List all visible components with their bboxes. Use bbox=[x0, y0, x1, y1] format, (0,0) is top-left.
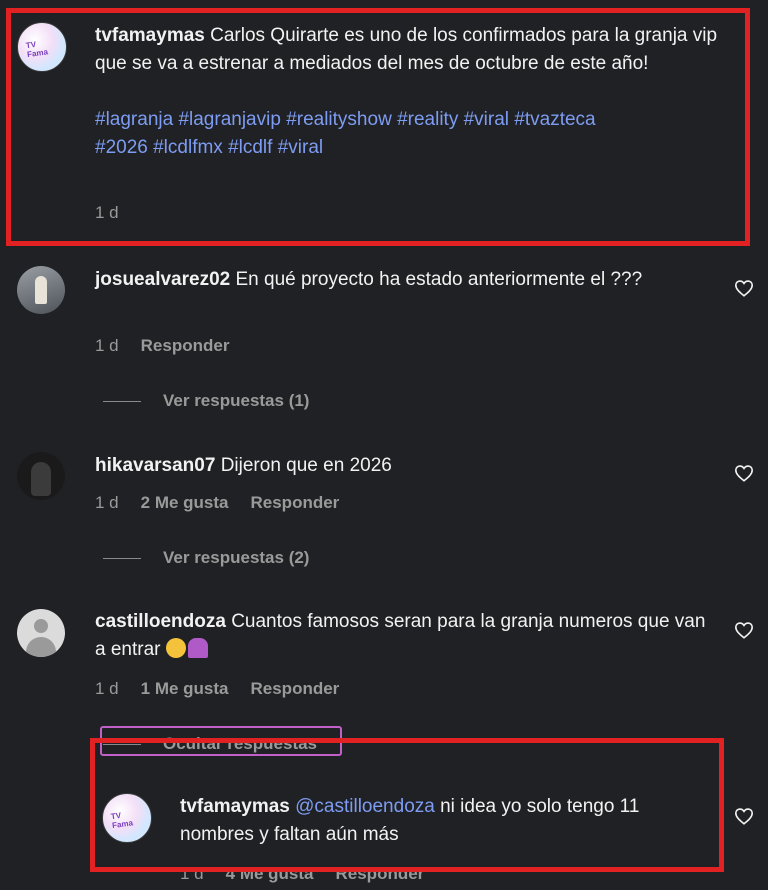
view-replies-button[interactable]: Ver respuestas (1) bbox=[103, 391, 309, 411]
divider bbox=[103, 557, 141, 559]
hashtags-line-1[interactable]: #lagranja #lagranjavip #realityshow #rea… bbox=[95, 106, 725, 134]
comment-username[interactable]: hikavarsan07 bbox=[95, 455, 215, 476]
reply-avatar[interactable]: TV Fama bbox=[102, 793, 152, 843]
reply-meta: 1 d 4 Me gusta Responder bbox=[180, 864, 425, 884]
post-time: 1 d bbox=[95, 203, 119, 222]
reply-button[interactable]: Responder bbox=[336, 864, 425, 884]
heart-icon[interactable] bbox=[734, 464, 754, 482]
comment-avatar[interactable] bbox=[17, 266, 65, 314]
brand-logo: TV Fama bbox=[110, 810, 134, 831]
comment-text: hikavarsan07 Dijeron que en 2026 bbox=[95, 455, 392, 476]
hide-replies-highlight bbox=[100, 726, 342, 756]
hashtags-line-2[interactable]: #2026 #lcdlfmx #lcdlf #viral bbox=[95, 134, 725, 162]
heart-icon[interactable] bbox=[734, 621, 754, 639]
comment-meta: 1 d 2 Me gusta Responder bbox=[95, 493, 340, 513]
reply-button[interactable]: Responder bbox=[251, 679, 340, 699]
comment-meta: 1 d Responder bbox=[95, 336, 230, 356]
shrug-emoji bbox=[187, 638, 208, 658]
heart-icon[interactable] bbox=[734, 279, 754, 297]
reply-username[interactable]: tvfamaymas bbox=[180, 796, 290, 817]
comment-username[interactable]: josuealvarez02 bbox=[95, 269, 230, 290]
likes-count[interactable]: 2 Me gusta bbox=[141, 493, 229, 513]
post-username[interactable]: tvfamaymas bbox=[95, 25, 205, 46]
comment-meta: 1 d 1 Me gusta Responder bbox=[95, 679, 340, 699]
comment-username[interactable]: castilloendoza bbox=[95, 611, 226, 632]
default-avatar-icon[interactable] bbox=[17, 609, 65, 657]
post-caption: tvfamaymas Carlos Quirarte es uno de los… bbox=[95, 22, 725, 162]
view-replies-button[interactable]: Ver respuestas (2) bbox=[103, 548, 309, 568]
brand-logo: TV Fama bbox=[25, 39, 49, 60]
likes-count[interactable]: 4 Me gusta bbox=[226, 864, 314, 884]
divider bbox=[103, 400, 141, 402]
heart-icon[interactable] bbox=[734, 807, 754, 825]
comment-text: castilloendoza Cuantos famosos seran par… bbox=[95, 611, 706, 660]
thinking-emoji bbox=[165, 638, 186, 658]
reply-button[interactable]: Responder bbox=[141, 336, 230, 356]
reply-text: tvfamaymas @castilloendoza ni idea yo so… bbox=[180, 796, 640, 845]
comment-text: josuealvarez02 En qué proyecto ha estado… bbox=[95, 269, 643, 290]
mention-link[interactable]: @castilloendoza bbox=[295, 796, 435, 817]
reply-button[interactable]: Responder bbox=[251, 493, 340, 513]
post-meta: 1 d bbox=[95, 203, 119, 223]
comment-avatar[interactable] bbox=[17, 452, 65, 500]
post-avatar[interactable]: TV Fama bbox=[17, 22, 67, 72]
likes-count[interactable]: 1 Me gusta bbox=[141, 679, 229, 699]
